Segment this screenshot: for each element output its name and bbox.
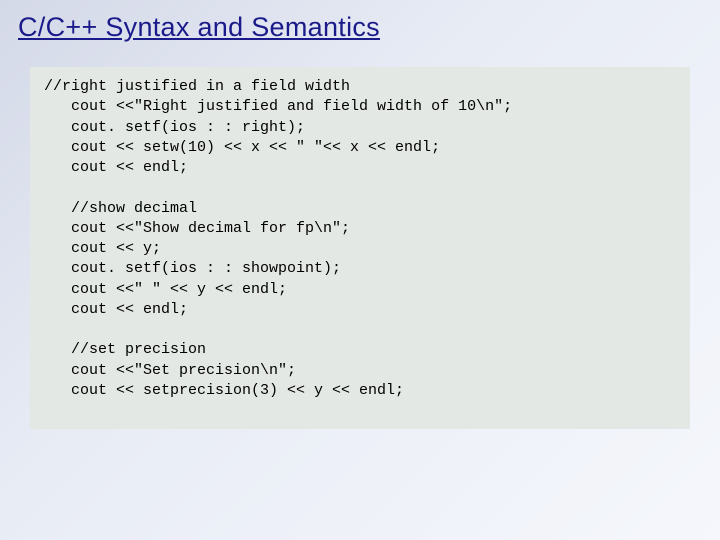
slide-container: C/C++ Syntax and Semantics //right justi… [0, 0, 720, 540]
code-line: cout. setf(ios : : showpoint); [44, 260, 341, 277]
code-line: cout. setf(ios : : right); [44, 119, 305, 136]
code-line: cout <<" " << y << endl; [44, 281, 287, 298]
code-line: cout << y; [44, 240, 161, 257]
code-line: //set precision [44, 341, 206, 358]
code-line: cout << endl; [44, 159, 188, 176]
page-title: C/C++ Syntax and Semantics [18, 12, 702, 43]
code-line: //show decimal [44, 200, 197, 217]
code-line: cout <<"Show decimal for fp\n"; [44, 220, 350, 237]
code-line: cout <<"Set precision\n"; [44, 362, 296, 379]
code-line: //right justified in a field width [44, 78, 350, 95]
code-line: cout << setprecision(3) << y << endl; [44, 382, 404, 399]
code-block: //right justified in a field width cout … [30, 67, 690, 429]
code-line: cout << endl; [44, 301, 188, 318]
code-line: cout <<"Right justified and field width … [44, 98, 512, 115]
code-line: cout << setw(10) << x << " "<< x << endl… [44, 139, 440, 156]
